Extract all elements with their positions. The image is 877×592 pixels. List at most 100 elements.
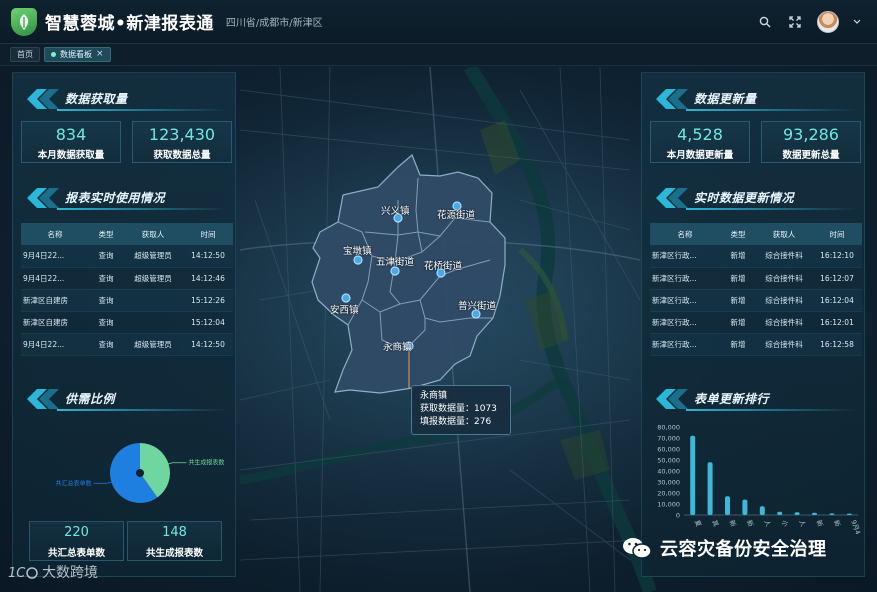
- brand-logo-icon: 1C: [8, 566, 38, 581]
- y-tick-label: 60,000: [657, 446, 680, 454]
- column-header[interactable]: 名称: [650, 223, 720, 245]
- town-label[interactable]: 兴义镇: [381, 203, 410, 217]
- column-header[interactable]: 获取人: [123, 223, 183, 245]
- y-tick-label: 0: [676, 512, 680, 520]
- bar[interactable]: [742, 499, 748, 515]
- table-cell: 新津区行政...: [650, 289, 720, 312]
- x-tick-label: 新: [745, 519, 756, 529]
- bar[interactable]: [690, 435, 696, 515]
- table-row[interactable]: 新津区行政... 新增 综合接件科 16:12:10: [650, 245, 862, 268]
- town-label[interactable]: 安西镇: [330, 302, 359, 316]
- tooltip-filled: 填报数据量：276: [420, 417, 492, 427]
- tab-home[interactable]: 首页: [10, 47, 40, 62]
- ranking-bar-chart[interactable]: 0 10,000 20,000 30,000 40,000 50,000 60,000 70,…: [642, 421, 866, 546]
- section-header-usage: 报表实时使用情况: [21, 186, 229, 210]
- column-header[interactable]: 时间: [812, 223, 862, 245]
- section-chevron-icon: [656, 188, 688, 208]
- bar[interactable]: [759, 506, 765, 515]
- tab-dashboard-label: 数据看板: [60, 50, 92, 59]
- town-label[interactable]: 花桥街道: [424, 258, 462, 272]
- chevron-down-icon[interactable]: [853, 14, 861, 30]
- table-cell: 新增: [720, 311, 756, 334]
- bar[interactable]: [794, 512, 800, 515]
- stat-card: 834 本月数据获取量: [21, 121, 121, 163]
- table-row[interactable]: 新津区行政... 新增 综合接件科 16:12:04: [650, 289, 862, 312]
- y-tick-label: 20,000: [657, 490, 680, 498]
- table-cell: 查询: [89, 289, 123, 312]
- bar[interactable]: [829, 513, 835, 515]
- stat-label: 获取数据总量: [153, 150, 211, 161]
- wechat-icon: [623, 538, 652, 559]
- table-row[interactable]: 新津区自建房 查询 15:12:26: [21, 289, 233, 312]
- town-label[interactable]: 宝墩镇: [343, 243, 372, 257]
- table-cell: 综合接件科: [756, 289, 812, 312]
- bar[interactable]: [707, 462, 713, 515]
- stat-label: 本月数据获取量: [37, 150, 105, 161]
- table-cell: 新津区自建房: [21, 311, 89, 334]
- column-header[interactable]: 获取人: [756, 223, 812, 245]
- search-icon[interactable]: [757, 14, 773, 30]
- stat-card: 93,286 数据更新总量: [761, 121, 861, 163]
- app-title: 智慧蓉城•新津报表通: [45, 14, 214, 34]
- column-header[interactable]: 名称: [21, 223, 89, 245]
- table-cell: 16:12:10: [812, 245, 862, 268]
- table-cell: 新增: [720, 245, 756, 268]
- table-cell: 新津区行政...: [650, 267, 720, 290]
- fullscreen-icon[interactable]: [787, 14, 803, 30]
- table-row[interactable]: 9月4日22... 查询 超级管理员 14:12:50: [21, 333, 233, 356]
- stat-value: 123,430: [148, 125, 216, 144]
- app-logo-icon: [11, 7, 37, 36]
- watermark-text: 大数跨境: [42, 565, 98, 581]
- table-cell: 15:12:04: [183, 311, 233, 334]
- bar[interactable]: [725, 496, 730, 515]
- tab-dashboard[interactable]: 数据看板 ×: [44, 47, 111, 62]
- usage-table: 名称 类型 获取人 时间 9月4日22... 查询 超级管理员 14:12:50 9月4…: [21, 223, 233, 356]
- section-title: 供需比例: [65, 392, 116, 406]
- stat-value: 148: [162, 525, 187, 540]
- column-header[interactable]: 类型: [89, 223, 123, 245]
- town-label[interactable]: 普兴街道: [458, 298, 496, 312]
- close-icon[interactable]: ×: [96, 47, 104, 62]
- y-tick-label: 70,000: [657, 435, 680, 443]
- table-row[interactable]: 9月4日22... 查询 超级管理员 14:12:46: [21, 267, 233, 290]
- location-breadcrumb[interactable]: 四川省/成都市/新津区: [226, 14, 323, 29]
- stat-label: 共汇总表单数: [47, 548, 105, 559]
- column-header[interactable]: 时间: [183, 223, 233, 245]
- table-header-row: 名称 类型 获取人 时间: [650, 223, 862, 245]
- ratio-pie-chart[interactable]: 共生成报表数共汇总表单数: [13, 423, 237, 523]
- stat-value: 220: [64, 525, 89, 540]
- table-cell: 新增: [720, 289, 756, 312]
- table-row[interactable]: 9月4日22... 查询 超级管理员 14:12:50: [21, 245, 233, 268]
- pie-center: [136, 469, 144, 477]
- tooltip-acquired: 获取数据量：1073: [420, 404, 497, 414]
- bar[interactable]: [777, 511, 783, 515]
- realtime-table: 名称 类型 获取人 时间 新津区行政... 新增 综合接件科 16:12:10 新津区行…: [650, 223, 862, 356]
- table-cell: 14:12:46: [183, 267, 233, 290]
- bar[interactable]: [812, 512, 817, 515]
- town-label[interactable]: 五津街道: [376, 254, 414, 268]
- pie-leader-line: [93, 481, 112, 484]
- table-cell: 查询: [89, 267, 123, 290]
- table-row[interactable]: 新津区自建房 查询 15:12:04: [21, 311, 233, 334]
- column-header[interactable]: 类型: [720, 223, 756, 245]
- user-avatar[interactable]: [817, 11, 839, 33]
- table-cell: 超级管理员: [123, 333, 183, 356]
- table-cell: 14:12:50: [183, 245, 233, 268]
- town-label[interactable]: 永商镇: [383, 339, 412, 353]
- table-row[interactable]: 新津区行政... 新增 综合接件科 16:12:07: [650, 267, 862, 290]
- table-row[interactable]: 新津区行政... 新增 综合接件科 16:12:01: [650, 311, 862, 334]
- stat-value: 93,286: [783, 125, 839, 144]
- map-tooltip: 永商镇 获取数据量：1073 填报数据量：276: [411, 385, 511, 435]
- bar[interactable]: [846, 513, 852, 515]
- table-cell: 查询: [89, 245, 123, 268]
- brand-watermark: 1C 大数跨境: [8, 562, 98, 582]
- pie-label: 共生成报表数: [188, 459, 224, 467]
- table-row[interactable]: 新津区行政... 新增 综合接件科 16:12:58: [650, 333, 862, 356]
- table-cell: 综合接件科: [756, 267, 812, 290]
- section-chevron-icon: [656, 389, 688, 409]
- table-cell: 超级管理员: [123, 267, 183, 290]
- town-label[interactable]: 花源街道: [437, 207, 475, 221]
- x-tick-label: 其: [710, 519, 720, 528]
- table-cell: 新增: [720, 333, 756, 356]
- section-header-update: 数据更新量: [650, 87, 858, 111]
